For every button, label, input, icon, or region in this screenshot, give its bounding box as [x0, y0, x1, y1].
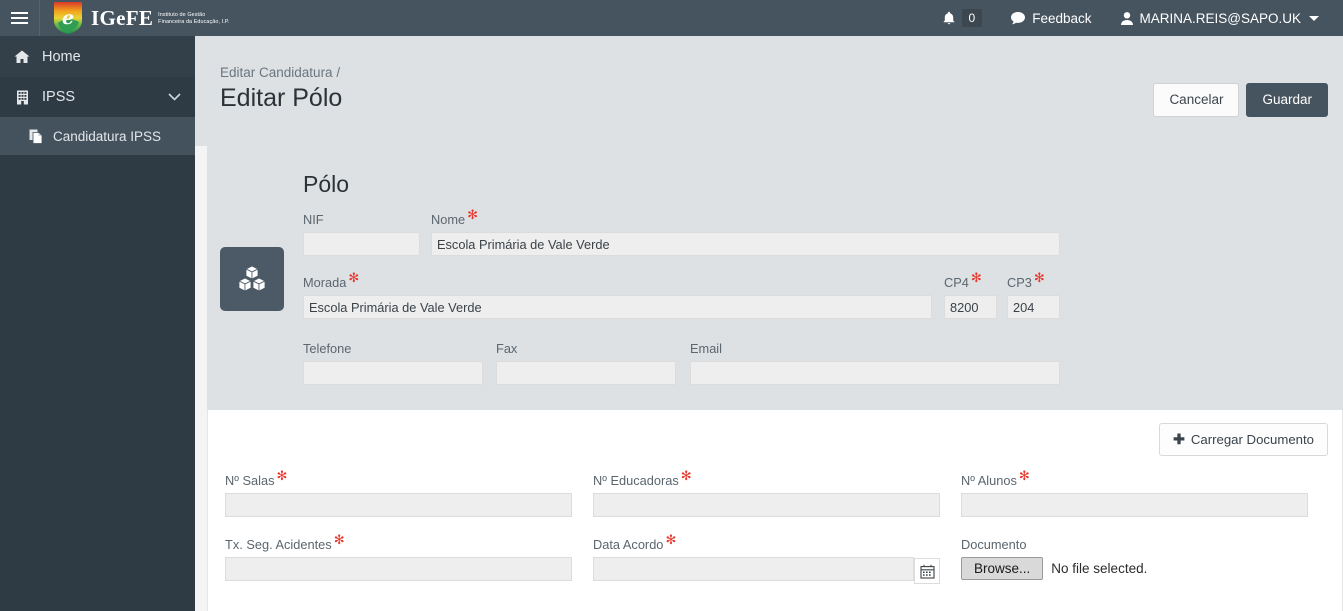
sidebar-item-home[interactable]: Home — [0, 36, 195, 77]
feedback-label: Feedback — [1032, 10, 1092, 26]
label-tx-seg-acidentes: Tx. Seg. Acidentes ✻ — [225, 531, 345, 552]
field-num-alunos: Nº Alunos ✻ — [961, 467, 1308, 517]
topbar-right-group: 0 Feedback MARINA.REIS@SAPO.UK — [928, 0, 1343, 36]
main-content-area: Editar Candidatura / Editar Pólo Cancela… — [195, 36, 1343, 611]
required-marker-morada: ✻ — [348, 269, 360, 285]
label-nome: Nome ✻ — [431, 206, 479, 227]
num-alunos-input[interactable] — [961, 493, 1308, 517]
num-educadoras-input[interactable] — [593, 493, 940, 517]
field-telefone: Telefone — [303, 341, 483, 385]
calendar-picker-button[interactable] — [914, 558, 940, 584]
field-nif: NIF — [303, 212, 420, 256]
fax-input[interactable] — [496, 361, 676, 385]
field-fax: Fax — [496, 341, 676, 385]
required-marker-data-acordo: ✻ — [665, 531, 677, 547]
calendar-icon — [919, 564, 935, 579]
label-telefone: Telefone — [303, 341, 352, 356]
field-num-educadoras: Nº Educadoras ✻ — [593, 467, 940, 517]
label-num-salas: Nº Salas ✻ — [225, 467, 288, 488]
breadcrumb[interactable]: Editar Candidatura / — [220, 65, 340, 80]
hamburger-menu-icon[interactable] — [0, 0, 40, 36]
notification-count-badge: 0 — [961, 9, 983, 27]
file-status-text: No file selected. — [1051, 561, 1148, 576]
upload-document-label: Carregar Documento — [1190, 432, 1314, 447]
igefe-shield-logo-icon: e — [54, 2, 82, 34]
required-marker-cp4: ✻ — [970, 269, 982, 285]
required-marker-num-educadoras: ✻ — [680, 467, 692, 483]
sidebar-item-ipss[interactable]: IPSS — [0, 77, 195, 117]
comment-icon — [1011, 11, 1026, 24]
save-button[interactable]: Guardar — [1246, 83, 1328, 117]
header-action-buttons: Cancelar Guardar — [1153, 83, 1328, 117]
sidebar-item-label-ipss: IPSS — [42, 89, 76, 105]
sidebar-item-label-candidatura-ipss: Candidatura IPSS — [53, 128, 162, 144]
label-cp4: CP4 ✻ — [944, 269, 982, 290]
field-cp3: CP3 ✻ — [1007, 269, 1060, 319]
notifications-button[interactable]: 0 — [928, 0, 997, 36]
caret-down-icon — [1309, 15, 1319, 21]
required-marker-num-alunos: ✻ — [1018, 467, 1030, 483]
bell-icon — [942, 11, 955, 24]
label-num-alunos: Nº Alunos ✻ — [961, 467, 1030, 488]
brand-subtitle: Instituto de Gestão Financeira da Educaç… — [158, 12, 230, 25]
section-title-polo: Pólo — [303, 171, 350, 197]
cp4-input[interactable] — [944, 295, 997, 319]
nif-input[interactable] — [303, 232, 420, 256]
user-menu-button[interactable]: MARINA.REIS@SAPO.UK — [1106, 0, 1334, 36]
cubes-icon — [238, 265, 266, 292]
plus-icon: ✚ — [1173, 431, 1185, 447]
data-acordo-input[interactable] — [593, 557, 914, 581]
label-num-educadoras: Nº Educadoras ✻ — [593, 467, 692, 488]
field-documento: Documento Browse... No file selected. — [961, 537, 1308, 580]
field-tx-seg-acidentes: Tx. Seg. Acidentes ✻ — [225, 531, 572, 581]
page-header: Editar Candidatura / Editar Pólo Cancela… — [195, 36, 1343, 146]
user-email-label: MARINA.REIS@SAPO.UK — [1139, 10, 1302, 26]
num-salas-input[interactable] — [225, 493, 572, 517]
required-marker-nome: ✻ — [467, 206, 479, 222]
polo-section-icon-box — [220, 247, 284, 311]
email-input[interactable] — [690, 361, 1060, 385]
svg-text:e: e — [62, 7, 74, 29]
copy-icon — [28, 129, 44, 144]
page-title: Editar Pólo — [220, 84, 343, 112]
polo-form-panel: Pólo NIF Nome ✻ Escola Primária de Vale … — [207, 146, 1343, 410]
feedback-button[interactable]: Feedback — [996, 0, 1105, 36]
chevron-down-icon — [168, 90, 181, 104]
label-documento: Documento — [961, 537, 1027, 552]
home-icon — [14, 50, 30, 64]
telefone-input[interactable] — [303, 361, 483, 385]
field-cp4: CP4 ✻ — [944, 269, 997, 319]
documents-form-panel: ✚ Carregar Documento Nº Salas ✻ Nº Educad… — [207, 410, 1343, 611]
brand-logo-area[interactable]: e IGeFE Instituto de Gestão Financeira d… — [40, 0, 230, 36]
brand-name: IGeFE — [91, 5, 154, 30]
tx-seg-acidentes-input[interactable] — [225, 557, 572, 581]
cp3-input[interactable] — [1007, 295, 1060, 319]
label-nif: NIF — [303, 212, 324, 227]
upload-document-button[interactable]: ✚ Carregar Documento — [1159, 423, 1328, 456]
browse-file-button[interactable]: Browse... — [961, 557, 1044, 580]
label-fax: Fax — [496, 341, 518, 356]
required-marker-tx-seg-acidentes: ✻ — [333, 531, 345, 547]
user-icon — [1120, 11, 1133, 25]
field-nome: Nome ✻ — [431, 206, 1060, 256]
label-email: Email — [690, 341, 722, 356]
file-input-row: Browse... No file selected. — [961, 557, 1308, 580]
cancel-button[interactable]: Cancelar — [1153, 83, 1240, 117]
field-email: Email — [690, 341, 1060, 385]
morada-input[interactable] — [303, 295, 932, 319]
required-marker-num-salas: ✻ — [276, 467, 288, 483]
required-marker-cp3: ✻ — [1033, 269, 1045, 285]
sidebar-item-label-home: Home — [42, 48, 81, 65]
label-data-acordo: Data Acordo ✻ — [593, 531, 677, 552]
sidebar-navigation: Home IPSS Candidatura IPSS — [0, 36, 195, 611]
field-morada: Morada ✻ — [303, 269, 932, 319]
label-cp3: CP3 ✻ — [1007, 269, 1045, 290]
nome-input[interactable] — [431, 232, 1060, 256]
top-navigation-bar: e IGeFE Instituto de Gestão Financeira d… — [0, 0, 1343, 36]
field-num-salas: Nº Salas ✻ — [225, 467, 572, 517]
building-icon — [14, 90, 30, 105]
label-morada: Morada ✻ — [303, 269, 360, 290]
field-data-acordo: Data Acordo ✻ — [593, 531, 940, 584]
sidebar-item-candidatura-ipss[interactable]: Candidatura IPSS — [0, 117, 195, 155]
